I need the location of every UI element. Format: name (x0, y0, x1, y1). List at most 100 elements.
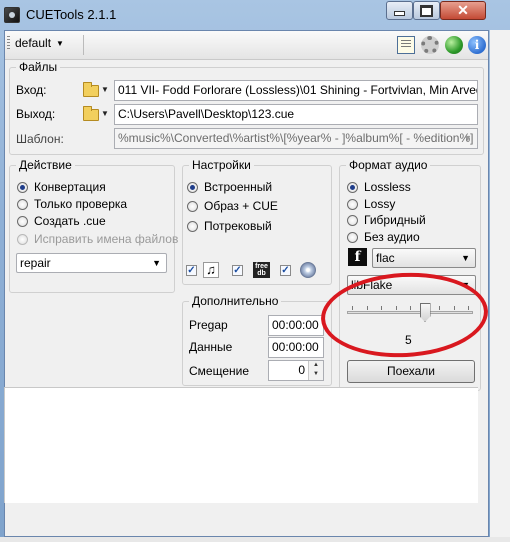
action-verify-radio[interactable]: Только проверка (17, 197, 127, 211)
format-lossless-label: Lossless (364, 180, 411, 194)
maximize-icon (420, 4, 433, 17)
profile-label: default (15, 36, 52, 50)
encoder-value: libFlake (351, 278, 393, 292)
format-lossy-radio[interactable]: Lossy (347, 197, 395, 211)
slider-tick (468, 306, 469, 310)
template-combo[interactable]: %music%\Converted\%artist%\[%year% - ]%a… (114, 128, 478, 149)
settings-per-track-label: Потрековый (204, 219, 272, 233)
output-path-field[interactable]: C:\Users\Pavell\Desktop\123.cue (114, 104, 478, 125)
template-chevron-icon: ▼ (463, 133, 472, 143)
chevron-down-icon: ▼ (152, 258, 161, 268)
freedb-checkbox[interactable]: ✓ (232, 265, 243, 276)
settings-per-track-radio[interactable]: Потрековый (187, 219, 272, 233)
radio-icon (187, 200, 198, 212)
output-folder-icon[interactable] (83, 106, 99, 121)
music-note-icon: ♫ (203, 262, 219, 278)
globe-icon[interactable] (445, 36, 463, 54)
format-no-audio-radio[interactable]: Без аудио (347, 230, 420, 244)
action-create-cue-radio[interactable]: Создать .cue (17, 214, 106, 228)
background-strip (490, 30, 510, 542)
toolbar-grip-icon (7, 36, 10, 50)
format-hybrid-radio[interactable]: Гибридный (347, 213, 426, 227)
action-convert-radio[interactable]: Конвертация (17, 180, 106, 194)
maximize-button[interactable] (413, 1, 440, 20)
action-create-cue-label: Создать .cue (34, 214, 106, 228)
output-history-chevron-icon[interactable]: ▼ (101, 109, 109, 118)
files-group-label: Файлы (16, 60, 61, 74)
encoder-dropdown[interactable]: libFlake ▼ (347, 275, 476, 295)
format-hybrid-label: Гибридный (364, 213, 426, 227)
slider-tick (453, 306, 455, 310)
toolbar: default ▼ i (5, 31, 488, 60)
offset-label: Смещение (189, 364, 250, 378)
minimize-button[interactable] (386, 1, 413, 20)
close-icon: ✕ (457, 2, 469, 18)
script-value: repair (20, 256, 51, 270)
radio-icon (17, 233, 28, 245)
stepper-arrows-icon[interactable]: ▲ ▼ (308, 361, 323, 380)
offset-stepper[interactable]: 0 ▲ ▼ (268, 360, 324, 381)
slider-tick (366, 306, 368, 310)
music-tags-checkbox[interactable]: ✓ (186, 265, 197, 276)
cuetools-app-icon (4, 7, 20, 23)
toolbar-separator (83, 35, 84, 55)
compression-level-value: 5 (405, 333, 412, 347)
action-group-label: Действие (16, 158, 75, 172)
slider-tick (410, 306, 411, 310)
radio-selected-icon (187, 181, 198, 193)
template-value: %music%\Converted\%artist%\[%year% - ]%a… (118, 131, 474, 145)
format-no-audio-label: Без аудио (364, 230, 420, 244)
freedb-icon: free db (253, 262, 270, 278)
cd-checkbox[interactable]: ✓ (280, 265, 291, 276)
action-fix-filenames-radio[interactable]: Исправить имена файлов (17, 232, 178, 246)
info-icon[interactable]: i (468, 36, 486, 54)
radio-icon (187, 220, 198, 232)
template-label: Шаблон: (16, 132, 64, 146)
notes-icon[interactable] (397, 36, 415, 54)
input-folder-icon[interactable] (83, 82, 99, 97)
input-history-chevron-icon[interactable]: ▼ (101, 85, 109, 94)
radio-icon (347, 214, 358, 226)
chevron-down-icon: ▼ (461, 280, 470, 290)
settings-group-label: Настройки (189, 158, 254, 172)
action-fix-filenames-label: Исправить имена файлов (34, 232, 179, 246)
compression-slider-track[interactable] (347, 311, 473, 314)
data-field[interactable]: 00:00:00 (268, 337, 324, 358)
window-title: CUETools 2.1.1 (26, 7, 117, 22)
go-button[interactable]: Поехали (347, 360, 475, 383)
settings-embedded-radio[interactable]: Встроенный (187, 180, 272, 194)
close-button[interactable]: ✕ (440, 1, 486, 20)
settings-image-cue-radio[interactable]: Образ + CUE (187, 199, 278, 213)
app-window: CUETools 2.1.1 ✕ default ▼ i Файлы Вход:… (0, 0, 510, 542)
pregap-label: Pregap (189, 318, 228, 332)
profile-dropdown[interactable]: default ▼ (7, 36, 64, 50)
settings-image-cue-label: Образ + CUE (204, 199, 278, 213)
chevron-down-icon: ▼ (461, 253, 470, 263)
format-lossy-label: Lossy (364, 197, 396, 211)
background-bottom (0, 537, 510, 542)
radio-selected-icon (17, 181, 28, 193)
input-path-field[interactable]: 011 VII- Fodd Forlorare (Lossless)\01 Sh… (114, 80, 478, 101)
flac-icon: f (348, 248, 367, 266)
radio-icon (17, 215, 28, 227)
slider-tick (439, 306, 440, 310)
minimize-icon (394, 11, 405, 16)
gear-icon[interactable] (421, 36, 439, 54)
pregap-field[interactable]: 00:00:00 (268, 315, 324, 336)
codec-dropdown[interactable]: flac ▼ (372, 248, 476, 268)
slider-tick (395, 306, 397, 310)
output-label: Выход: (16, 107, 56, 121)
radio-icon (347, 231, 358, 243)
title-bar[interactable]: CUETools 2.1.1 ✕ (0, 0, 510, 30)
chevron-down-icon: ▼ (56, 38, 64, 48)
action-verify-label: Только проверка (34, 197, 128, 211)
script-dropdown[interactable]: repair ▼ (16, 253, 167, 273)
slider-tick (381, 306, 382, 310)
codec-value: flac (376, 251, 395, 265)
slider-tick (352, 306, 353, 310)
action-convert-label: Конвертация (34, 180, 106, 194)
settings-embedded-label: Встроенный (204, 180, 273, 194)
audio-format-group-label: Формат аудио (346, 158, 431, 172)
data-label: Данные (189, 340, 233, 354)
format-lossless-radio[interactable]: Lossless (347, 180, 411, 194)
